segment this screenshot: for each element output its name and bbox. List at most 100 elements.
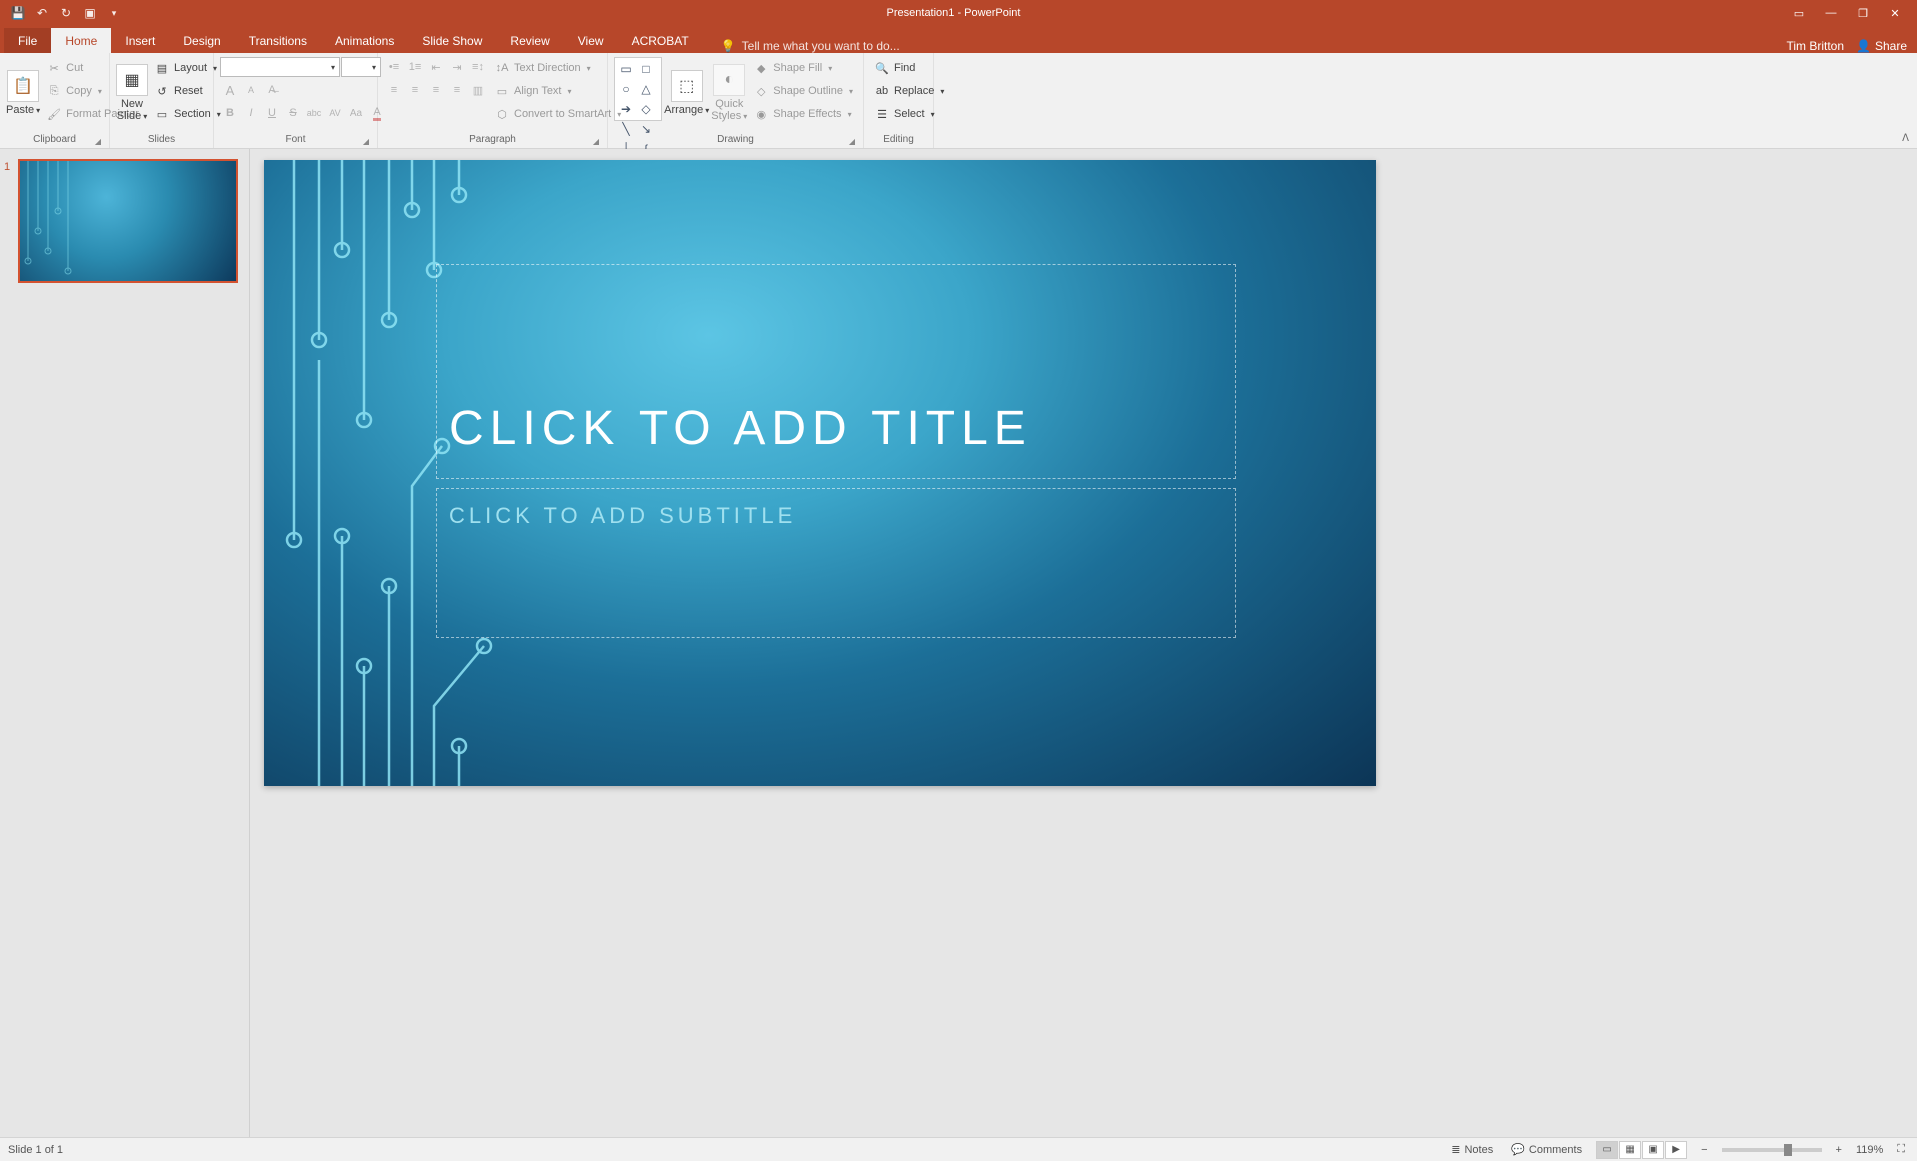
replace-button[interactable]: abReplace▾ xyxy=(870,80,948,102)
ribbon-options-icon[interactable]: ▭ xyxy=(1785,3,1813,23)
align-right-button: ≡ xyxy=(426,80,446,100)
columns-button: ▥ xyxy=(468,80,488,100)
group-paragraph-label: Paragraph xyxy=(469,134,516,145)
shape-effects-icon: ◉ xyxy=(753,106,769,122)
tab-file[interactable]: File xyxy=(4,28,51,53)
shape-triangle[interactable]: △ xyxy=(637,80,655,98)
format-painter-button: 🖌Format Painter xyxy=(42,103,143,125)
collapse-ribbon-button[interactable]: ᐱ xyxy=(1902,133,1909,144)
fit-to-window-button[interactable]: ⛶ xyxy=(1893,1143,1909,1156)
redo-icon[interactable]: ↻ xyxy=(58,5,74,21)
subtitle-placeholder-text: CLICK TO ADD SUBTITLE xyxy=(449,503,796,528)
notes-icon: ≣ xyxy=(1451,1143,1460,1156)
copy-icon: ⎘ xyxy=(46,83,62,99)
tab-review[interactable]: Review xyxy=(496,28,563,53)
tab-insert[interactable]: Insert xyxy=(111,28,169,53)
save-icon[interactable]: 💾 xyxy=(10,5,26,21)
lightbulb-icon: 💡 xyxy=(721,39,736,53)
align-text-icon: ▭ xyxy=(494,83,510,99)
slide-thumbnail-1[interactable] xyxy=(18,159,238,283)
shape-fill-icon: ◆ xyxy=(753,60,769,76)
bold-button: B xyxy=(220,103,240,123)
slide-counter[interactable]: Slide 1 of 1 xyxy=(8,1144,1447,1156)
tab-home[interactable]: Home xyxy=(51,28,111,53)
shape-outline-button: ◇Shape Outline▾ xyxy=(749,80,857,102)
share-button[interactable]: 👤 Share xyxy=(1856,39,1907,53)
tab-design[interactable]: Design xyxy=(169,28,234,53)
bullets-button: •≡ xyxy=(384,57,404,77)
tab-acrobat[interactable]: ACROBAT xyxy=(618,28,703,53)
tab-animations[interactable]: Animations xyxy=(321,28,408,53)
drawing-dialog-launcher[interactable]: ◢ xyxy=(849,137,855,146)
sorter-view-button[interactable]: ▦ xyxy=(1619,1141,1641,1159)
tab-transitions[interactable]: Transitions xyxy=(235,28,321,53)
slideshow-view-button[interactable]: ▶ xyxy=(1665,1141,1687,1159)
font-size-combo[interactable]: ▾ xyxy=(341,57,381,77)
close-icon[interactable]: ✕ xyxy=(1881,3,1909,23)
tell-me-search[interactable]: 💡 Tell me what you want to do... xyxy=(703,39,900,53)
shape-diamond[interactable]: ◇ xyxy=(637,100,655,118)
zoom-level[interactable]: 119% xyxy=(1856,1144,1883,1156)
cut-button: ✂Cut xyxy=(42,57,143,79)
reset-icon: ↺ xyxy=(154,83,170,99)
comments-icon: 💬 xyxy=(1511,1143,1525,1156)
zoom-slider-handle[interactable] xyxy=(1784,1144,1792,1156)
clipboard-dialog-launcher[interactable]: ◢ xyxy=(95,137,101,146)
paste-button[interactable]: 📋 Paste▾ xyxy=(6,57,40,129)
select-icon: ☰ xyxy=(874,106,890,122)
zoom-in-button[interactable]: + xyxy=(1832,1144,1846,1156)
share-label: Share xyxy=(1875,39,1907,53)
strike-button: S xyxy=(283,103,303,123)
slide-canvas-area[interactable]: CLICK TO ADD TITLE CLICK TO ADD SUBTITLE xyxy=(250,149,1917,1137)
account-name[interactable]: Tim Britton xyxy=(1786,39,1844,53)
customize-qat-icon[interactable]: ▾ xyxy=(106,5,122,21)
decrease-indent-button: ⇤ xyxy=(426,57,446,77)
font-dialog-launcher[interactable]: ◢ xyxy=(363,137,369,146)
underline-button: U xyxy=(262,103,282,123)
paragraph-dialog-launcher[interactable]: ◢ xyxy=(593,137,599,146)
char-spacing-button: AV xyxy=(325,103,345,123)
font-family-combo[interactable]: ▾ xyxy=(220,57,340,77)
undo-icon[interactable]: ↶ xyxy=(34,5,50,21)
start-slideshow-icon[interactable]: ▣ xyxy=(82,5,98,21)
normal-view-button[interactable]: ▭ xyxy=(1596,1141,1618,1159)
select-button[interactable]: ☰Select▾ xyxy=(870,103,948,125)
subtitle-placeholder[interactable]: CLICK TO ADD SUBTITLE xyxy=(436,488,1236,638)
shape-outline-icon: ◇ xyxy=(753,83,769,99)
tell-me-placeholder: Tell me what you want to do... xyxy=(742,39,900,53)
zoom-slider[interactable] xyxy=(1722,1148,1822,1152)
group-editing-label: Editing xyxy=(870,132,927,148)
arrange-button[interactable]: ⬚ Arrange▾ xyxy=(664,57,709,129)
shape-fill-button: ◆Shape Fill▾ xyxy=(749,57,857,79)
tab-view[interactable]: View xyxy=(564,28,618,53)
change-case-button: Aa xyxy=(346,103,366,123)
arrange-icon: ⬚ xyxy=(671,70,703,102)
title-placeholder[interactable]: CLICK TO ADD TITLE xyxy=(436,264,1236,479)
group-slides-label: Slides xyxy=(116,132,207,148)
section-icon: ▭ xyxy=(154,106,170,122)
text-direction-button: ↕AText Direction▾ xyxy=(490,57,625,79)
convert-smartart-button: ⬡Convert to SmartArt▾ xyxy=(490,103,625,125)
quick-styles-button: ◐ Quick Styles▾ xyxy=(711,57,747,129)
group-font-label: Font xyxy=(285,134,305,145)
restore-icon[interactable]: ❐ xyxy=(1849,3,1877,23)
slide-thumbnail-pane[interactable]: 1 xyxy=(0,149,250,1137)
reading-view-button[interactable]: ▣ xyxy=(1642,1141,1664,1159)
justify-button: ≡ xyxy=(447,80,467,100)
painter-icon: 🖌 xyxy=(46,106,62,122)
increase-font-button: A xyxy=(220,80,240,100)
minimize-icon[interactable]: — xyxy=(1817,3,1845,23)
text-direction-icon: ↕A xyxy=(494,60,510,76)
share-icon: 👤 xyxy=(1856,39,1871,53)
notes-button[interactable]: ≣Notes xyxy=(1447,1143,1497,1156)
smartart-icon: ⬡ xyxy=(494,106,510,122)
zoom-out-button[interactable]: − xyxy=(1697,1144,1711,1156)
numbering-button: 1≡ xyxy=(405,57,425,77)
shape-rect[interactable]: □ xyxy=(637,60,655,78)
thumbnail-number: 1 xyxy=(4,159,14,283)
comments-button[interactable]: 💬Comments xyxy=(1507,1143,1586,1156)
group-clipboard-label: Clipboard xyxy=(33,134,76,145)
tab-slideshow[interactable]: Slide Show xyxy=(408,28,496,53)
find-button[interactable]: 🔍Find xyxy=(870,57,948,79)
title-placeholder-text: CLICK TO ADD TITLE xyxy=(449,401,1032,456)
